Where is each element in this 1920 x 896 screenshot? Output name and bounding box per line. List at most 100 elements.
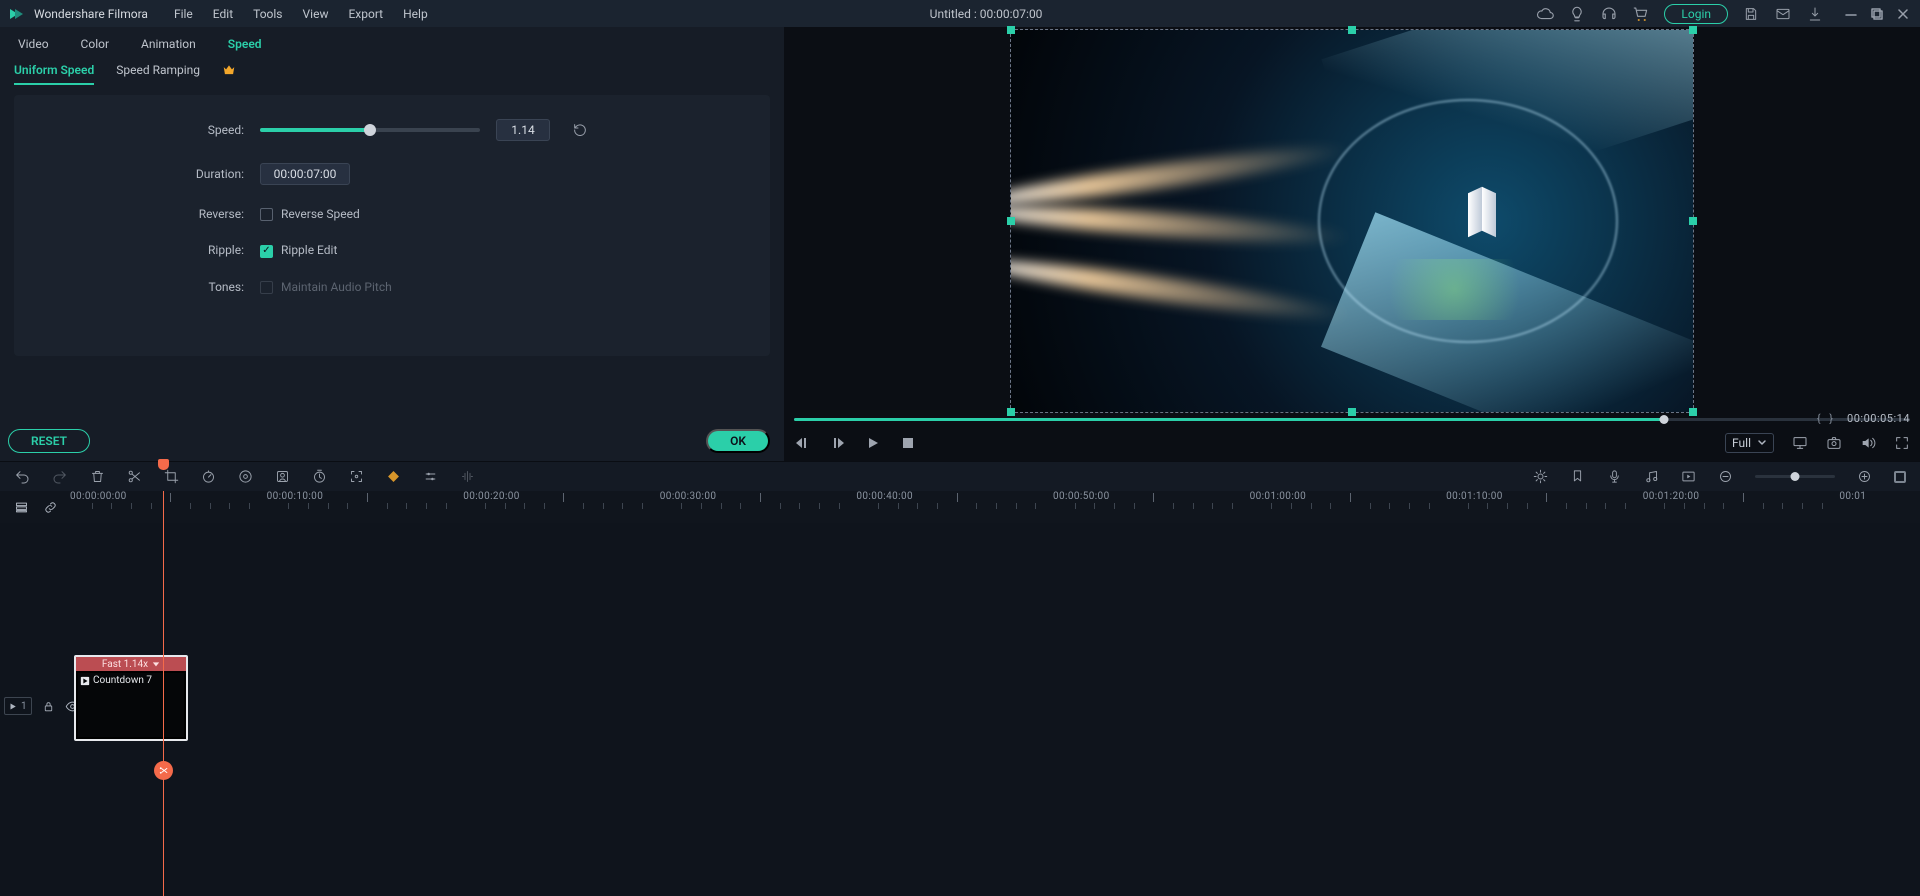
playhead[interactable] — [163, 491, 164, 896]
ok-button[interactable]: OK — [706, 429, 770, 453]
track-controls: 1 — [4, 697, 80, 715]
crop-icon[interactable] — [164, 469, 179, 484]
subtab-uniform[interactable]: Uniform Speed — [14, 61, 94, 79]
resize-handle-cl[interactable] — [1007, 217, 1015, 225]
menu-tools[interactable]: Tools — [245, 4, 290, 24]
split-icon[interactable] — [127, 469, 142, 484]
reverse-checkbox[interactable] — [260, 208, 273, 221]
maximize-icon[interactable] — [1868, 5, 1886, 23]
preview-controls: Full — [794, 433, 1910, 453]
ruler-label: 00:00:10:00 — [267, 491, 324, 502]
preview-time: 00:00:05:14 — [1847, 412, 1910, 425]
speed-slider[interactable] — [260, 128, 480, 132]
timeline-clip[interactable]: Fast 1.14x Countdown 7 — [74, 655, 188, 741]
zoom-fit-icon[interactable] — [1894, 471, 1906, 483]
split-handle-icon[interactable] — [154, 761, 173, 780]
stop-icon[interactable] — [902, 437, 914, 449]
delete-icon[interactable] — [90, 469, 105, 484]
subtab-ramping[interactable]: Speed Ramping — [116, 61, 200, 79]
timeline[interactable]: 1 Fast 1.14x Countdown 7 — [0, 523, 1920, 896]
idea-icon[interactable] — [1568, 5, 1586, 23]
window-controls — [1842, 5, 1912, 23]
menu-help[interactable]: Help — [395, 4, 436, 24]
resize-handle-bc[interactable] — [1348, 408, 1356, 416]
login-button[interactable]: Login — [1664, 4, 1728, 24]
title-bar: Wondershare Filmora File Edit Tools View… — [0, 0, 1920, 27]
link-icon[interactable] — [43, 500, 58, 515]
support-icon[interactable] — [1600, 5, 1618, 23]
save-icon[interactable] — [1742, 5, 1760, 23]
marker-icon[interactable] — [1570, 469, 1585, 484]
ripple-checkbox[interactable]: ✓ — [260, 245, 273, 258]
step-back-icon[interactable] — [794, 436, 808, 450]
download-icon[interactable] — [1806, 5, 1824, 23]
render-icon[interactable] — [1681, 469, 1696, 484]
speed-tool-icon[interactable] — [201, 469, 216, 484]
ruler-label: 00:00:50:00 — [1053, 491, 1110, 502]
fullscreen-icon[interactable] — [1894, 435, 1910, 451]
focus-icon[interactable] — [349, 469, 364, 484]
color-tool-icon[interactable] — [238, 469, 253, 484]
zoom-slider[interactable] — [1755, 475, 1835, 478]
clip-header: Fast 1.14x — [76, 657, 186, 671]
timer-icon[interactable] — [312, 469, 327, 484]
audio-tool-icon[interactable] — [460, 469, 475, 484]
resize-handle-tc[interactable] — [1348, 26, 1356, 34]
minimize-icon[interactable] — [1842, 5, 1860, 23]
preview-scrub[interactable] — [794, 418, 1910, 421]
tones-label: Tones: — [44, 280, 244, 294]
resize-handle-br[interactable] — [1689, 408, 1697, 416]
resize-handle-bl[interactable] — [1007, 408, 1015, 416]
track-manager-icon[interactable] — [14, 500, 29, 515]
snapshot-icon[interactable] — [1826, 435, 1842, 451]
undo-icon[interactable] — [14, 469, 30, 485]
selection-border — [1010, 29, 1694, 413]
track-badge[interactable]: 1 — [4, 697, 32, 715]
mark-braces[interactable]: { } — [1817, 412, 1836, 425]
tab-speed[interactable]: Speed — [224, 35, 266, 53]
reset-speed-icon[interactable] — [572, 122, 588, 138]
reset-button[interactable]: RESET — [8, 429, 90, 453]
tab-animation[interactable]: Animation — [137, 35, 200, 53]
duration-value[interactable]: 00:00:07:00 — [260, 163, 350, 185]
ruler-label: 00:01:00:00 — [1250, 491, 1307, 502]
audio-mixer-icon[interactable] — [1644, 469, 1659, 484]
adjust-icon[interactable] — [423, 469, 438, 484]
cloud-icon[interactable] — [1536, 5, 1554, 23]
volume-icon[interactable] — [1860, 435, 1876, 451]
ruler-label: 00:01 — [1839, 491, 1866, 502]
quality-label: Full — [1732, 436, 1751, 450]
zoom-out-icon[interactable] — [1718, 469, 1733, 484]
mail-icon[interactable] — [1774, 5, 1792, 23]
premium-crown-icon — [222, 63, 236, 77]
menu-edit[interactable]: Edit — [205, 4, 241, 24]
cart-icon[interactable] — [1632, 5, 1650, 23]
menu-file[interactable]: File — [166, 4, 201, 24]
keyframe-icon[interactable] — [386, 469, 401, 484]
close-icon[interactable] — [1894, 5, 1912, 23]
step-fwd-icon[interactable] — [830, 436, 844, 450]
ripple-label: Ripple: — [44, 243, 244, 257]
quality-select[interactable]: Full — [1725, 433, 1774, 453]
duration-label: Duration: — [44, 167, 244, 181]
zoom-in-icon[interactable] — [1857, 469, 1872, 484]
resize-handle-tl[interactable] — [1007, 26, 1015, 34]
resize-handle-tr[interactable] — [1689, 26, 1697, 34]
speed-value[interactable]: 1.14 — [496, 119, 550, 141]
display-icon[interactable] — [1792, 435, 1808, 451]
timeline-ruler[interactable]: 00:00:00:0000:00:10:0000:00:20:0000:00:3… — [72, 491, 1920, 523]
preview-panel: { } 00:00:05:14 Full — [784, 27, 1920, 461]
ripple-text: Ripple Edit — [281, 243, 337, 257]
redo-icon[interactable] — [52, 469, 68, 485]
tab-color[interactable]: Color — [77, 35, 113, 53]
play-icon[interactable] — [866, 436, 880, 450]
lock-icon[interactable] — [42, 700, 55, 713]
green-screen-icon[interactable] — [275, 469, 290, 484]
resize-handle-cr[interactable] — [1689, 217, 1697, 225]
ruler-label: 00:01:20:00 — [1643, 491, 1700, 502]
tab-video[interactable]: Video — [14, 35, 53, 53]
menu-view[interactable]: View — [295, 4, 337, 24]
menu-export[interactable]: Export — [340, 4, 391, 24]
mix-icon[interactable] — [1533, 469, 1548, 484]
voiceover-mic-icon[interactable] — [1607, 469, 1622, 484]
